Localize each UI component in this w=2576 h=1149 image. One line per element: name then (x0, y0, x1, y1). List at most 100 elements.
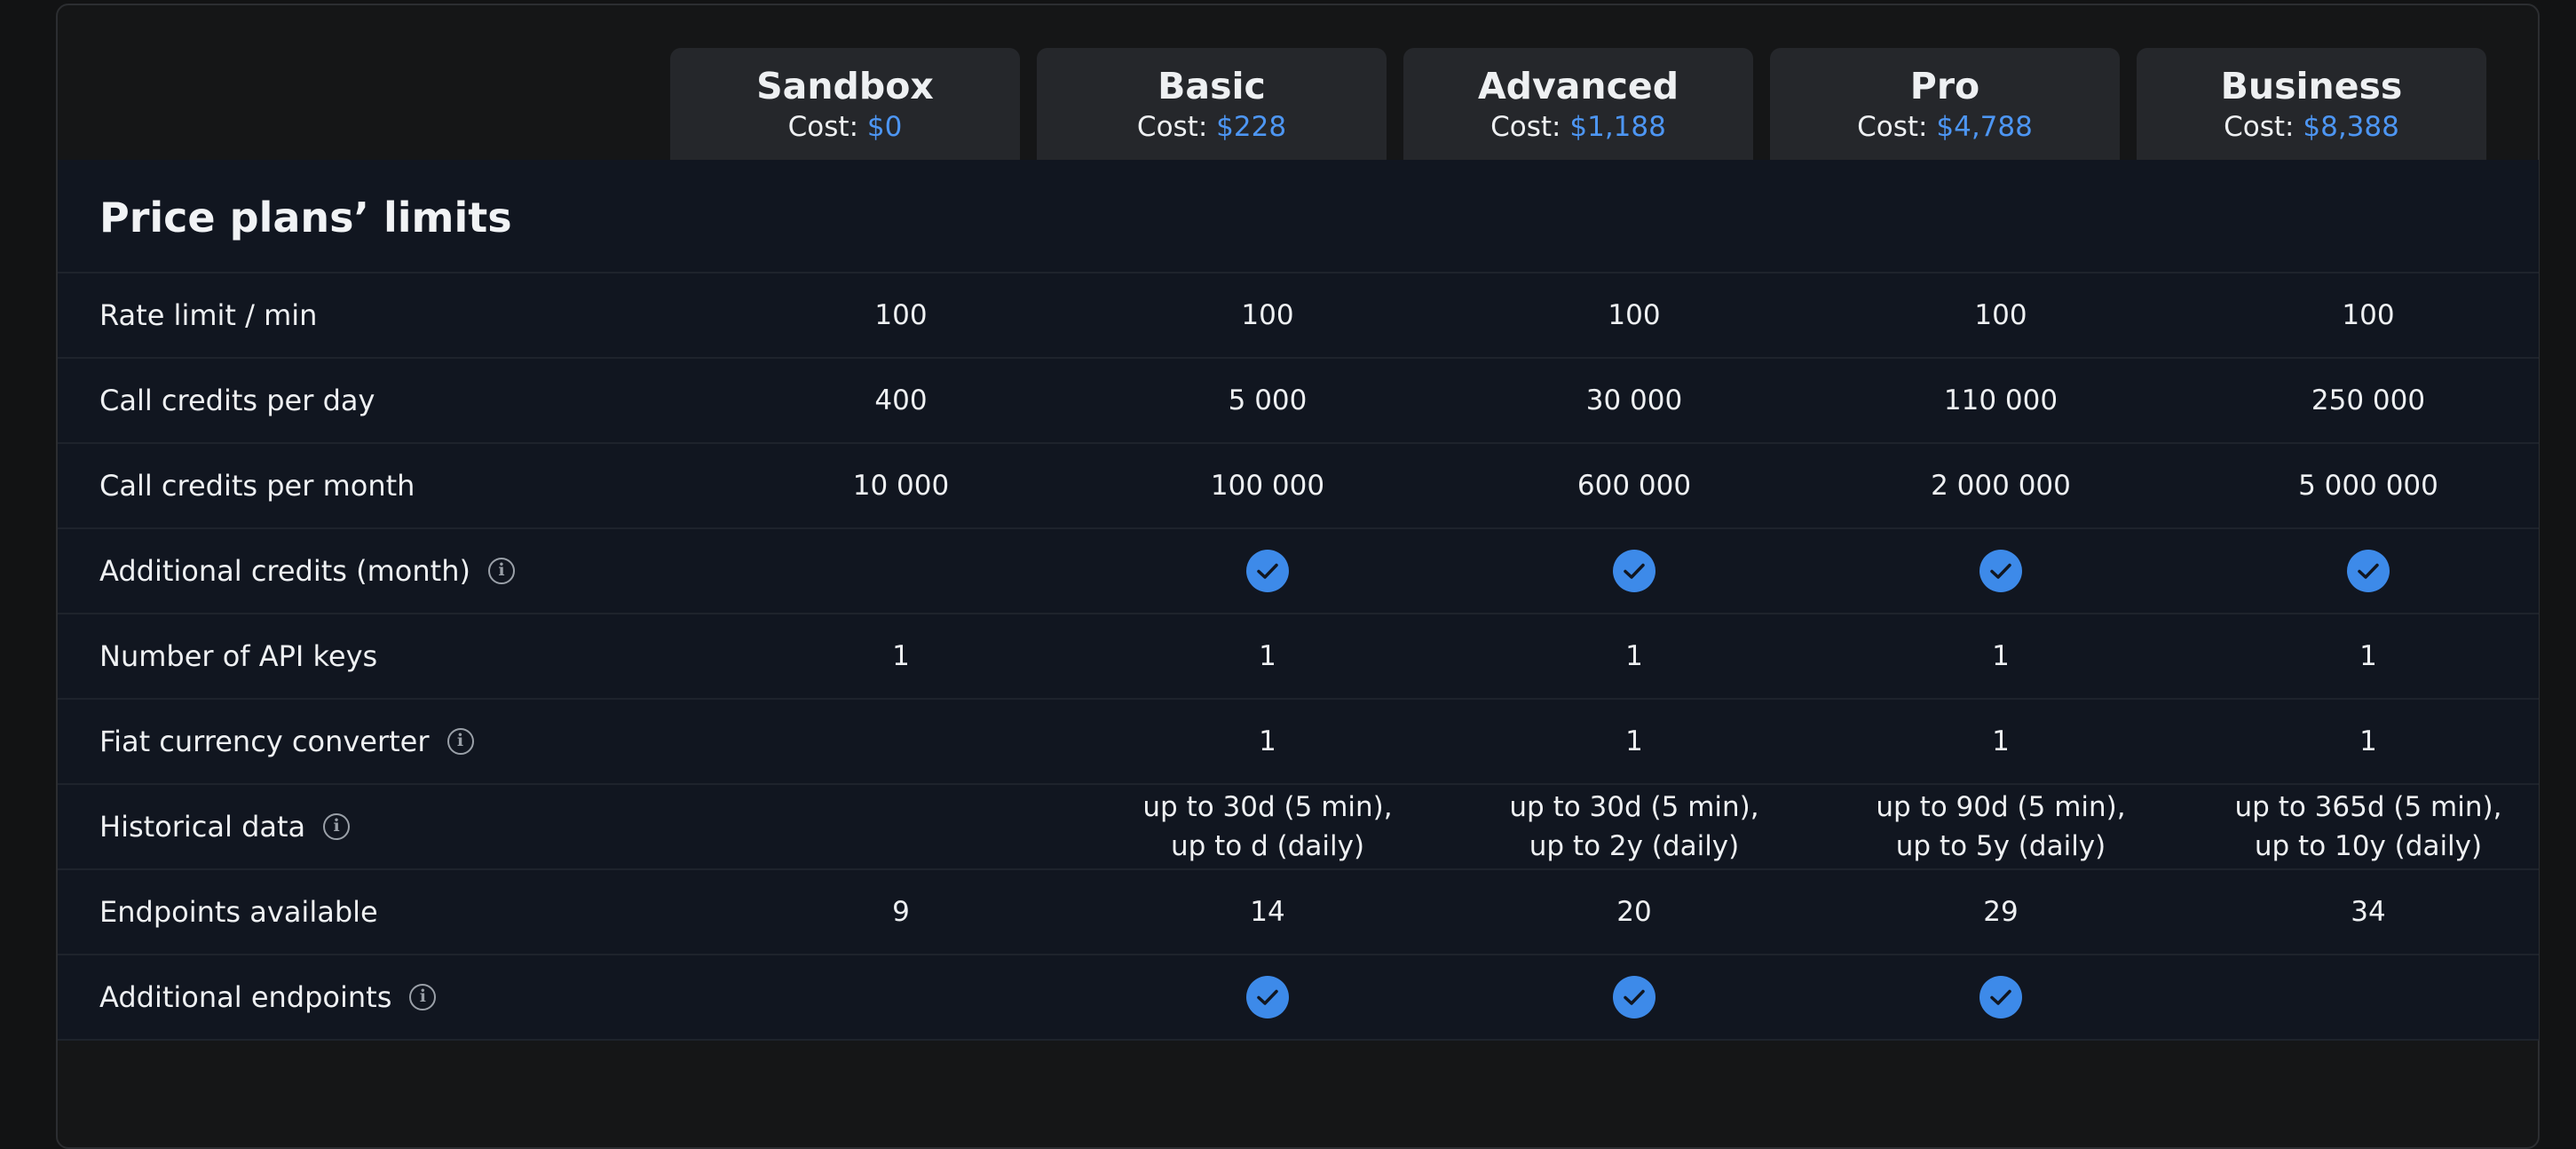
limits-title-row: Price plans’ limits (58, 160, 2539, 273)
table-cell: 1 (1625, 725, 1643, 757)
limits-rows: Rate limit / min 100 100 100 100 100 Call cred… (58, 273, 2539, 1041)
plan-header-business: Business Cost: $8,388 (2137, 48, 2486, 162)
plan-price: $1,188 (1569, 111, 1666, 143)
table-cell (1823, 955, 2178, 1039)
table-row: Call credits per month 10 000 100 000 600 0… (58, 444, 2539, 529)
cost-label: Cost: (787, 111, 859, 143)
cell-line: up to 90d (5 min), (1876, 791, 2126, 823)
table-cell: 100 (874, 299, 928, 331)
cost-label: Cost: (2224, 111, 2295, 143)
plan-cost: Cost: $4,788 (1770, 109, 2120, 145)
table-row: Additional credits (month) i (58, 529, 2539, 614)
plan-name: Business (2220, 65, 2403, 107)
table-cell: 250 000 (2311, 384, 2426, 416)
table-row: Number of API keys 1 1 1 1 1 (58, 614, 2539, 700)
row-label: Fiat currency converter i (99, 700, 474, 783)
table-cell: up to 365d (5 min), up to 10y (daily) (2191, 785, 2546, 868)
table-row: Historical data i up to 30d (5 min), up to … (58, 785, 2539, 870)
row-label: Additional endpoints i (99, 955, 437, 1039)
row-label-text: Number of API keys (99, 639, 378, 673)
row-label: Call credits per day (99, 359, 375, 442)
table-row: Additional endpoints i (58, 955, 2539, 1041)
table-cell: 100 000 (1210, 470, 1325, 502)
table-cell: 20 (1616, 896, 1652, 928)
row-label-text: Fiat currency converter (99, 725, 430, 758)
check-circle-icon (2347, 550, 2390, 592)
plan-price: $228 (1216, 111, 1287, 143)
row-label-text: Additional endpoints (99, 980, 392, 1014)
table-cell: 110 000 (1943, 384, 2058, 416)
check-circle-icon (1613, 976, 1655, 1018)
table-cell (1090, 529, 1445, 613)
row-label: Historical data i (99, 785, 351, 868)
table-cell (1457, 529, 1812, 613)
plan-name: Pro (1909, 65, 1980, 107)
cell-line: up to 10y (daily) (2254, 830, 2483, 862)
table-cell: 2 000 000 (1931, 470, 2071, 502)
cell-line: up to 365d (5 min), (2234, 791, 2502, 823)
row-label: Rate limit / min (99, 273, 317, 357)
table-cell (1090, 955, 1445, 1039)
table-cell: 10 000 (852, 470, 950, 502)
table-row: Rate limit / min 100 100 100 100 100 (58, 273, 2539, 359)
row-label-text: Call credits per day (99, 384, 375, 417)
cell-line: up to 2y (daily) (1529, 830, 1740, 862)
table-cell: 600 000 (1576, 470, 1692, 502)
plan-price: $8,388 (2303, 111, 2399, 143)
plan-header-advanced: Advanced Cost: $1,188 (1403, 48, 1753, 162)
check-circle-icon (1246, 976, 1289, 1018)
table-cell: up to 30d (5 min), up to 2y (daily) (1457, 785, 1812, 868)
row-label: Additional credits (month) i (99, 529, 515, 613)
info-icon[interactable]: i (323, 813, 351, 840)
row-label: Call credits per month (99, 444, 415, 527)
table-cell: 5 000 (1228, 384, 1308, 416)
limits-table: Price plans’ limits Rate limit / min 100 1… (58, 160, 2539, 1041)
plan-header-pro: Pro Cost: $4,788 (1770, 48, 2120, 162)
table-row: Call credits per day 400 5 000 30 000 110 00… (58, 359, 2539, 444)
table-cell: 1 (1625, 640, 1643, 672)
cell-line: up to 30d (5 min), (1509, 791, 1759, 823)
table-cell: 1 (2359, 640, 2377, 672)
table-cell: 1 (1259, 640, 1276, 672)
check-circle-icon (1613, 550, 1655, 592)
cost-label: Cost: (1857, 111, 1928, 143)
cell-line: up to 5y (daily) (1895, 830, 2106, 862)
cell-line: up to 30d (5 min), (1142, 791, 1393, 823)
table-cell: 100 (1608, 299, 1661, 331)
plan-cost: Cost: $1,188 (1403, 109, 1753, 145)
table-cell: 9 (892, 896, 910, 928)
plan-header-basic: Basic Cost: $228 (1037, 48, 1387, 162)
table-cell: 30 000 (1585, 384, 1683, 416)
table-cell (2191, 529, 2546, 613)
check-circle-icon (1979, 976, 2022, 1018)
plan-header-sandbox: Sandbox Cost: $0 (670, 48, 1020, 162)
row-label-text: Historical data (99, 810, 306, 844)
table-cell: 1 (1992, 640, 2010, 672)
info-icon[interactable]: i (487, 558, 515, 584)
info-icon[interactable]: i (446, 728, 474, 755)
table-cell: 34 (2351, 896, 2386, 928)
plan-cost: Cost: $8,388 (2137, 109, 2486, 145)
table-cell: 1 (892, 640, 910, 672)
cost-label: Cost: (1490, 111, 1561, 143)
table-cell: 5 000 000 (2298, 470, 2438, 502)
plan-name: Advanced (1477, 65, 1679, 107)
row-label-text: Call credits per month (99, 469, 415, 503)
table-cell: 1 (1992, 725, 2010, 757)
plan-price: $0 (866, 111, 903, 143)
cell-line: up to d (daily) (1170, 830, 1365, 862)
table-cell (1823, 529, 2178, 613)
table-cell: 29 (1983, 896, 2019, 928)
row-label-text: Additional credits (month) (99, 554, 470, 588)
info-icon[interactable]: i (409, 984, 437, 1010)
table-cell: up to 90d (5 min), up to 5y (daily) (1823, 785, 2178, 868)
table-cell: 1 (2359, 725, 2377, 757)
row-label-text: Endpoints available (99, 895, 378, 929)
table-cell (1457, 955, 1812, 1039)
table-cell: up to 30d (5 min), up to d (daily) (1090, 785, 1445, 868)
table-cell: 14 (1250, 896, 1285, 928)
table-row: Endpoints available 9 14 20 29 34 (58, 870, 2539, 955)
table-cell: 100 (1241, 299, 1294, 331)
cost-label: Cost: (1136, 111, 1208, 143)
table-row: Fiat currency converter i 1 1 1 1 (58, 700, 2539, 785)
